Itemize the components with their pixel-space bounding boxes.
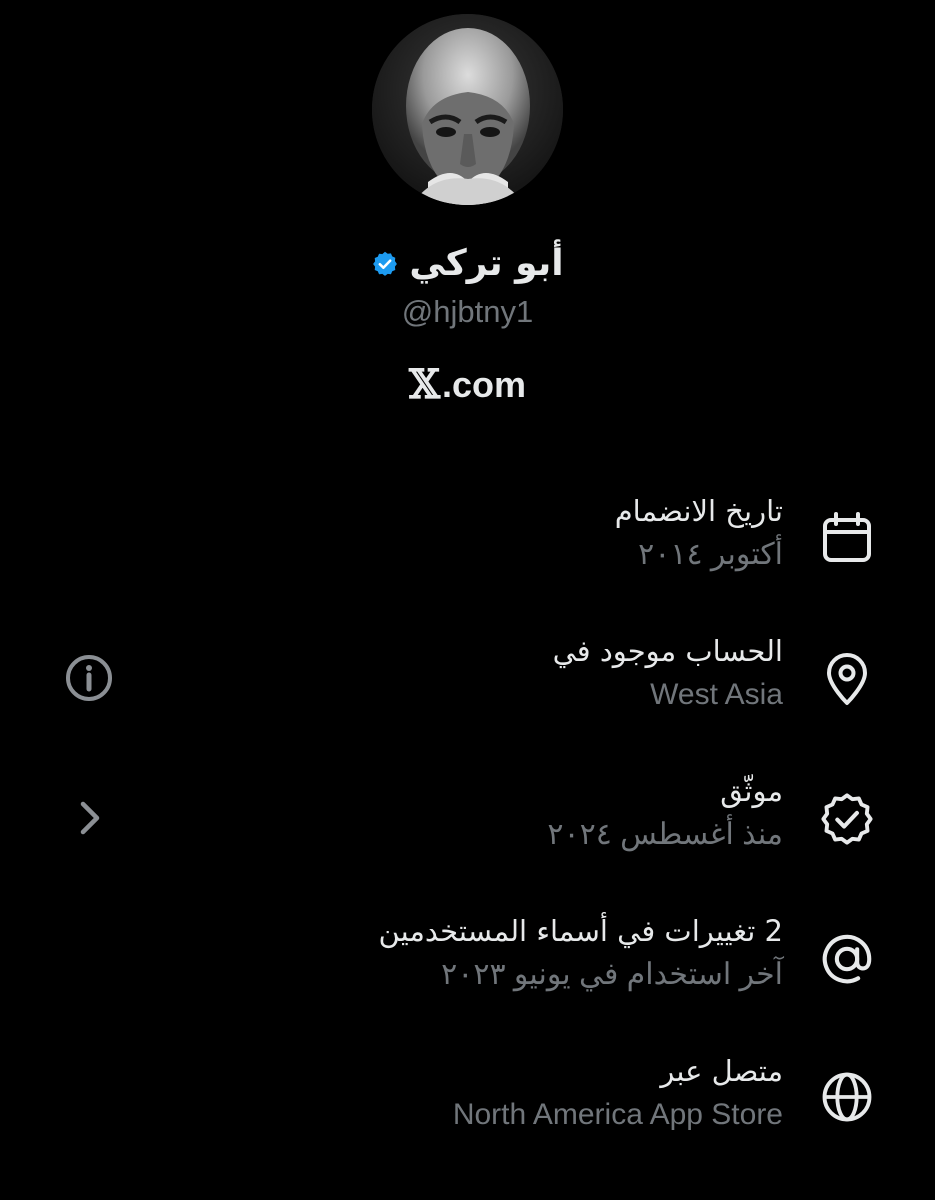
about-row-verified[interactable]: موثّق منذ أغسطس ٢٠٢٤ [0,774,935,886]
connected-via-title: متصل عبر [660,1054,783,1088]
profile-website[interactable]: 𝕏 .com [0,361,935,409]
site-domain: .com [442,364,527,405]
verified-check-icon [818,790,876,848]
at-sign-icon [818,930,876,988]
profile-handle: @hjbtny1 [401,294,534,329]
location-value: West Asia [650,677,783,711]
calendar-icon [818,508,876,566]
display-name: أبو تركي [409,243,564,284]
about-row-connected-via: متصل عبر North America App Store [0,1054,935,1166]
username-changes-title: 2 تغييرات في أسماء المستخدمين [378,914,783,948]
chevron-right-icon[interactable] [62,791,116,845]
verified-since: منذ أغسطس ٢٠٢٤ [547,817,783,851]
location-pin-icon [818,650,876,708]
join-date-title: تاريخ الانضمام [614,494,783,528]
profile-name-row: أبو تركي [0,236,935,292]
verified-badge-icon[interactable] [371,250,399,278]
about-row-location: الحساب موجود في West Asia [0,634,935,746]
username-last-used: آخر استخدام في يونيو ٢٠٢٣ [441,957,783,991]
info-icon[interactable] [62,651,116,705]
profile-avatar[interactable] [372,14,563,205]
about-row-join-date: تاريخ الانضمام أكتوبر ٢٠١٤ [0,494,935,606]
connected-via-value: North America App Store [452,1097,783,1131]
location-title: الحساب موجود في [552,634,783,668]
verified-title: موثّق [720,774,783,808]
about-row-username-changes: 2 تغييرات في أسماء المستخدمين آخر استخدا… [0,914,935,1026]
join-date-value: أكتوبر ٢٠١٤ [638,537,783,571]
globe-icon [818,1068,876,1126]
x-logo-icon: 𝕏 [408,361,440,408]
avatar-photo [372,14,563,205]
